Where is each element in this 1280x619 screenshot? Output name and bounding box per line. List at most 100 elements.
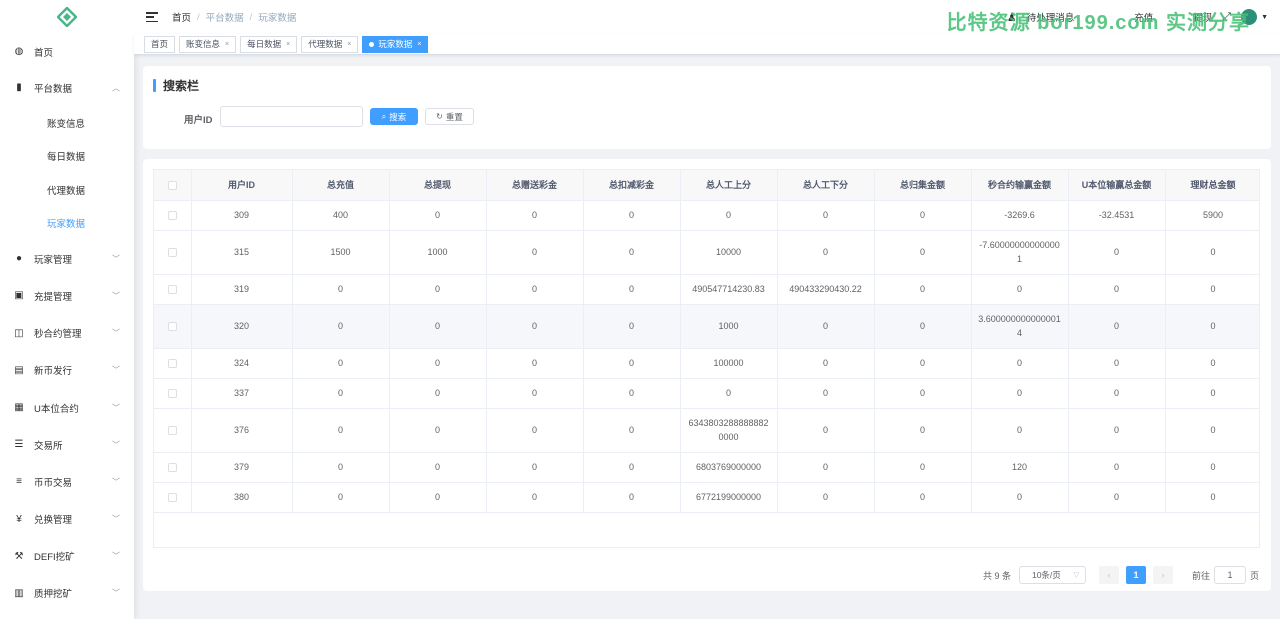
row-checkbox[interactable] [167,426,177,436]
dashboard-icon: ◍ [14,46,24,57]
table-cell: 0 [874,200,972,231]
tag-label: 首页 [151,38,169,49]
chevron-down-icon: ﹀ [112,403,120,413]
sidebar-item-bar-chart[interactable]: ▥ 质押挖矿 ﹀ [0,575,134,612]
tag-2[interactable]: 每日数据 × [240,35,298,53]
sidebar-item-label: 平台数据 [34,83,73,95]
table-cell: 3.6000000000000014 [971,304,1069,349]
search-button[interactable]: ⌕ 搜索 [370,108,418,125]
close-icon[interactable]: × [347,37,351,52]
close-icon[interactable]: × [286,37,290,52]
search-button-label: 搜索 [389,111,407,122]
user-id-input[interactable] [220,106,363,127]
row-checkbox[interactable] [167,463,177,473]
reset-button[interactable]: ↻ 重置 [425,108,474,125]
table-cell: 309 [191,200,293,231]
table-cell: 0 [874,408,972,453]
table-cell: 0 [971,408,1069,453]
close-icon[interactable]: × [225,37,229,52]
table-cell: 1500 [292,230,390,275]
table-cell: 0 [874,452,972,483]
tag-label: 账变信息 [186,38,221,49]
sidebar-item-copy[interactable]: ▣ 充提管理 ﹀ [0,277,134,314]
table-cell: 63438032888888820000 [680,408,778,453]
close-icon[interactable]: × [417,37,421,52]
tag-0[interactable]: 首页 [144,35,176,53]
select-all-checkbox[interactable] [167,180,177,190]
table-cell: 1000 [389,230,487,275]
yen-icon: ¥ [16,513,22,525]
page-jumper: 前往 1 页 [1192,566,1259,584]
table-cell: 100000 [680,348,778,379]
table-cell: 0 [583,378,681,409]
tag-4[interactable]: 玩家数据 × [362,35,429,53]
next-page-button[interactable]: › [1152,566,1173,584]
page-number-1[interactable]: 1 [1125,566,1146,584]
table-cell: 0 [292,452,390,483]
sidebar-item-pickaxe[interactable]: ⚒ DEFI挖矿 ﹀ [0,538,134,575]
sidebar-item-list[interactable]: ☰ 交易所 ﹀ [0,426,134,463]
row-checkbox[interactable] [167,389,177,399]
caret-down-icon[interactable]: ▼ [1261,14,1268,21]
table-cell: 0 [583,452,681,483]
row-checkbox[interactable] [167,359,177,369]
pagination: 共 9 条 10条/页 ▽ ‹ 1 › 前往 1 页 [983,566,1259,584]
sidebar-item-grid[interactable]: ▦ U本位合约 ﹀ [0,389,134,426]
row-checkbox[interactable] [167,211,177,221]
sidebar-subitem[interactable]: 玩家数据 [0,207,134,241]
sidebar-item-monitor[interactable]: ◫ 秒合约管理 ﹀ [0,315,134,352]
row-select-cell [154,200,192,231]
breadcrumb: 首页 / 平台数据 / 玩家数据 [172,10,296,25]
sidebar-item-dashboard[interactable]: ◍ 首页 [0,34,134,69]
table-cell: 0 [583,230,681,275]
table-row[interactable]: 324 0 0 0 0 100000 0 0 0 0 0 [154,348,1259,379]
table-row[interactable]: 337 0 0 0 0 0 0 0 0 0 0 [154,378,1259,409]
chevron-down-icon: ﹀ [112,477,120,487]
prev-page-button[interactable]: ‹ [1098,566,1119,584]
row-checkbox[interactable] [167,285,177,295]
row-checkbox[interactable] [167,248,177,258]
sidebar-item-yen[interactable]: ¥ 兑换管理 ﹀ [0,501,134,538]
user-icon: ● [15,253,23,265]
table-cell: 0 [292,378,390,409]
table-row[interactable]: 376 0 0 0 0 63438032888888820000 0 0 0 0 0 [154,408,1259,453]
table-cell: 0 [680,200,778,231]
hamburger-icon[interactable] [146,12,158,22]
tag-1[interactable]: 账变信息 × [179,35,237,53]
table-row[interactable]: 319 0 0 0 0 490547714230.83 490433290430.22 0 0 0… [154,274,1259,305]
sidebar-subitem[interactable]: 账变信息 [0,106,134,140]
page-size-select[interactable]: 10条/页 ▽ [1018,566,1086,584]
table-row[interactable]: 320 0 0 0 0 1000 0 0 3.6000000000000014 0 0 [154,304,1259,349]
table-cell: 319 [191,274,293,305]
table-cell: 0 [1068,482,1166,513]
column-header: 总人工下分 [777,170,875,201]
table-cell: 320 [191,304,293,349]
row-select-cell [154,408,192,453]
chevron-down-icon: ▽ [1073,572,1079,579]
tag-3[interactable]: 代理数据 × [301,35,359,53]
logo[interactable] [0,0,134,34]
table-row[interactable]: 315 1500 1000 0 0 10000 0 0 -7.600000000000001 0 0 [154,230,1259,275]
sidebar-subitem[interactable]: 每日数据 [0,140,134,174]
row-select-cell [154,304,192,349]
row-checkbox[interactable] [167,322,177,332]
sidebar-item-user[interactable]: ● 玩家管理 ﹀ [0,240,134,277]
table-cell: 6803769000000 [680,452,778,483]
goto-page-input[interactable]: 1 [1213,566,1246,584]
breadcrumb-platform-data: 平台数据 [205,13,244,24]
row-checkbox[interactable] [167,493,177,503]
table-row[interactable]: 380 0 0 0 0 6772199000000 0 0 0 0 0 [154,482,1259,513]
table-cell: 0 [1165,274,1259,305]
sidebar-item-book[interactable]: ▮ 平台数据 ︿ [0,69,134,106]
table-cell: 0 [1165,348,1259,379]
sidebar-item-bullet-list[interactable]: ≡ 币币交易 ﹀ [0,463,134,500]
table-row[interactable]: 379 0 0 0 0 6803769000000 0 0 120 0 0 [154,452,1259,483]
breadcrumb-home[interactable]: 首页 [172,10,191,24]
pagination-total: 共 9 条 [982,570,1011,581]
chevron-down-icon: ﹀ [112,328,120,338]
logo-icon [57,7,77,27]
sidebar-item-label: 质押挖矿 [34,589,73,601]
sidebar-item-card[interactable]: ▤ 新币发行 ﹀ [0,352,134,389]
sidebar-subitem[interactable]: 代理数据 [0,173,134,207]
table-row[interactable]: 309 400 0 0 0 0 0 0 -3269.6 -32.4531 5900 [154,200,1259,231]
